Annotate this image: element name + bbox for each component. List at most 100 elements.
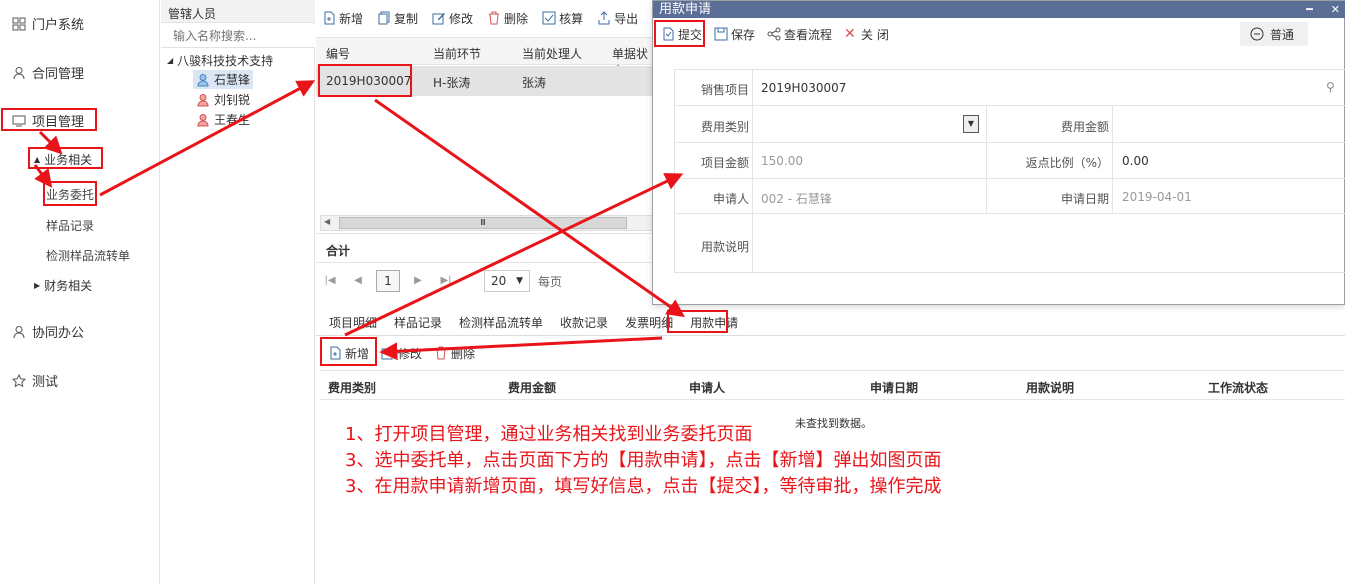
tab-receipts[interactable]: 收款记录	[560, 314, 608, 331]
applicant-value: 002 - 石慧锋	[761, 192, 832, 206]
sub-col-applicant[interactable]: 申请人	[689, 379, 725, 396]
prev-page-icon[interactable]: ◀	[348, 270, 368, 292]
project-amount-label: 项目金额	[700, 156, 749, 170]
col-stage[interactable]: 当前环节	[433, 45, 481, 62]
tab-sample-record[interactable]: 样品记录	[394, 314, 442, 331]
per-page-label: 每页	[538, 274, 563, 289]
dialog-title: 用款申请	[659, 2, 712, 17]
view-flow-label: 查看流程	[784, 27, 833, 42]
tab-invoices[interactable]: 发票明细	[625, 314, 673, 331]
sub-col-remark[interactable]: 用款说明	[1026, 379, 1074, 396]
sub-col-apply-date[interactable]: 申请日期	[870, 379, 918, 396]
trash-icon	[434, 346, 448, 360]
person-blue-icon	[196, 73, 210, 87]
person-red-icon	[196, 113, 210, 127]
tab-delete-button[interactable]: 删除	[434, 345, 475, 362]
cell-stage: H-张涛	[433, 76, 471, 90]
check-box-icon	[542, 11, 556, 25]
sub-col-fee-amount[interactable]: 费用金额	[508, 379, 556, 396]
highlight-tab-add	[320, 337, 377, 366]
col-code[interactable]: 编号	[326, 45, 350, 62]
pager: |◀ ◀ 1 ▶ ▶| 20 ▼ 每页	[320, 268, 562, 294]
horizontal-scrollbar[interactable]: ◀ Ⅲ	[320, 215, 655, 231]
nav-sample-record[interactable]: 样品记录	[46, 217, 94, 234]
nav-portal[interactable]: 门户系统	[12, 14, 84, 33]
search-icon[interactable]: ⚲	[1326, 80, 1335, 94]
col-handler[interactable]: 当前处理人	[522, 45, 582, 62]
close-button[interactable]: ✕ 关 闭	[844, 26, 889, 43]
collapse-icon: ◢	[167, 56, 174, 65]
export-button[interactable]: 导出	[597, 10, 638, 27]
page-number[interactable]: 1	[376, 270, 400, 292]
mode-toggle[interactable]: 普通	[1240, 22, 1308, 46]
sales-project-label: 销售项目	[700, 83, 749, 97]
save-button[interactable]: 保存	[714, 26, 755, 43]
edit-button[interactable]: 修改	[432, 10, 473, 27]
rebate-value[interactable]: 0.00	[1122, 154, 1149, 168]
tab-project-detail[interactable]: 项目明细	[329, 314, 377, 331]
payment-request-dialog: 用款申请 ━ ✕ 提交 保存 查看流程 ✕ 关 闭 普通 销售项目 2019H030…	[652, 0, 1345, 305]
sales-project-value[interactable]: 2019H030007	[761, 81, 846, 95]
detail-tabs: 项目明细 样品记录 检测样品流转单 收款记录 发票明细 用款申请	[316, 310, 1345, 336]
next-page-icon[interactable]: ▶	[408, 270, 428, 292]
tree-header: 管辖人员	[161, 0, 315, 23]
add-label: 新增	[339, 11, 364, 26]
add-button[interactable]: 新增	[322, 10, 363, 27]
nav-sample-transfer[interactable]: 检测样品流转单	[46, 247, 130, 264]
form-row-fee: 费用类别 ▼ 费用金额	[675, 106, 1345, 143]
fee-type-dropdown[interactable]: ▼	[963, 115, 979, 133]
edit-label: 修改	[449, 11, 474, 26]
person-icon	[12, 325, 26, 339]
copy-icon	[377, 11, 391, 25]
remark-label: 用款说明	[700, 240, 749, 254]
caret-right-icon: ▶	[34, 281, 41, 290]
trash-icon	[487, 11, 501, 25]
tree-search-input[interactable]	[161, 24, 315, 48]
nav-test[interactable]: 测试	[12, 371, 58, 390]
minus-circle-icon	[1250, 27, 1264, 41]
scroll-left-icon[interactable]: ◀	[324, 217, 330, 226]
audit-button[interactable]: 核算	[542, 10, 583, 27]
dialog-title-bar[interactable]: 用款申请 ━ ✕	[653, 1, 1345, 18]
nav-contract[interactable]: 合同管理	[12, 63, 84, 82]
audit-label: 核算	[559, 11, 584, 26]
share-icon	[767, 27, 781, 41]
tree-person-0[interactable]: 石慧锋	[193, 70, 254, 89]
main-toolbar: 新增 复制 修改 删除 核算 导出	[316, 0, 656, 36]
page-size-select[interactable]: 20 ▼	[484, 270, 530, 292]
tree-person-2[interactable]: 王春生	[196, 111, 250, 128]
project-amount-value: 150.00	[761, 154, 803, 168]
nav-test-label: 测试	[32, 375, 59, 390]
sub-col-fee-type[interactable]: 费用类别	[328, 379, 376, 396]
first-page-icon[interactable]: |◀	[320, 270, 340, 292]
tree-person-label: 刘钊锐	[214, 93, 251, 107]
edit-icon	[432, 11, 446, 25]
last-page-icon[interactable]: ▶|	[436, 270, 456, 292]
add-doc-icon	[322, 11, 336, 25]
tree-person-label: 石慧锋	[214, 73, 251, 87]
star-icon	[12, 373, 26, 388]
close-icon[interactable]: ✕	[1331, 1, 1340, 18]
highlight-grid-row	[318, 64, 412, 97]
delete-button[interactable]: 删除	[487, 10, 528, 27]
nav-collab[interactable]: 协同办公	[12, 322, 84, 341]
nav-portal-label: 门户系统	[32, 18, 85, 33]
tab-edit-button[interactable]: 修改	[381, 345, 422, 362]
tree-org-node[interactable]: ◢ 八骏科技技术支持	[167, 52, 273, 69]
tree-person-1[interactable]: 刘钊锐	[196, 91, 250, 108]
mode-label: 普通	[1270, 27, 1295, 42]
sub-col-workflow[interactable]: 工作流状态	[1208, 379, 1268, 396]
instruction-line: 1、打开项目管理，通过业务相关找到业务委托页面	[345, 424, 753, 445]
tab-delete-label: 删除	[451, 346, 476, 361]
instruction-line: 3、在用款申请新增页面，填写好信息，点击【提交】，等待审批，操作完成	[345, 476, 942, 497]
view-flow-button[interactable]: 查看流程	[767, 26, 832, 43]
highlight-nav-project	[1, 108, 97, 131]
minimize-icon[interactable]: ━	[1306, 1, 1313, 18]
scroll-thumb[interactable]: Ⅲ	[339, 217, 627, 229]
highlight-nav-entrust	[43, 181, 97, 206]
nav-finance-group[interactable]: ▶ 财务相关	[34, 277, 92, 294]
copy-button[interactable]: 复制	[377, 10, 418, 27]
grid-icon	[12, 17, 26, 31]
tab-sample-transfer[interactable]: 检测样品流转单	[459, 314, 543, 331]
remark-textarea[interactable]	[755, 216, 1343, 270]
